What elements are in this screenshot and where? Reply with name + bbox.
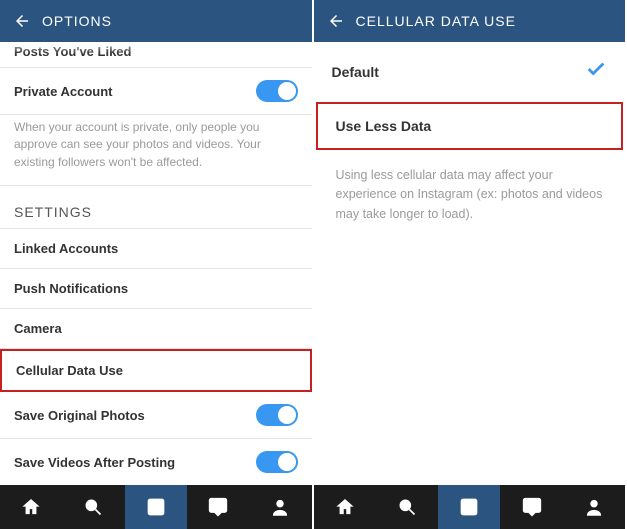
- posts-liked-row[interactable]: Posts You've Liked: [0, 42, 312, 61]
- use-less-data-desc: Using less cellular data may affect your…: [314, 150, 626, 240]
- cellular-screen: CELLULAR DATA USE Default Use Less Data …: [314, 0, 627, 529]
- camera-icon: [146, 497, 166, 517]
- push-notifications-row[interactable]: Push Notifications: [0, 269, 312, 309]
- tab-activity[interactable]: [187, 485, 249, 529]
- cellular-header: CELLULAR DATA USE: [314, 0, 626, 42]
- tab-camera[interactable]: [125, 485, 187, 529]
- linked-accounts-row[interactable]: Linked Accounts: [0, 229, 312, 269]
- profile-icon: [584, 497, 604, 517]
- use-less-data-label: Use Less Data: [336, 118, 432, 134]
- options-content: Posts You've Liked Private Account When …: [0, 42, 312, 485]
- cellular-title: CELLULAR DATA USE: [356, 13, 516, 29]
- profile-icon: [270, 497, 290, 517]
- camera-row[interactable]: Camera: [0, 309, 312, 349]
- check-icon: [585, 58, 607, 86]
- tab-activity[interactable]: [500, 485, 562, 529]
- default-row[interactable]: Default: [314, 42, 626, 102]
- options-screen: OPTIONS Posts You've Liked Private Accou…: [0, 0, 314, 529]
- default-label: Default: [332, 64, 379, 80]
- options-title: OPTIONS: [42, 13, 112, 29]
- back-arrow-icon: [13, 12, 31, 30]
- settings-section-header: SETTINGS: [0, 186, 312, 229]
- tab-search[interactable]: [62, 485, 124, 529]
- cellular-data-label: Cellular Data Use: [16, 363, 123, 378]
- save-videos-row[interactable]: Save Videos After Posting: [0, 439, 312, 485]
- use-less-data-row[interactable]: Use Less Data: [316, 102, 624, 150]
- home-icon: [335, 497, 355, 517]
- back-arrow-icon: [327, 12, 345, 30]
- save-videos-toggle[interactable]: [256, 451, 298, 473]
- search-icon: [397, 497, 417, 517]
- back-button[interactable]: [10, 9, 34, 33]
- cellular-data-row[interactable]: Cellular Data Use: [0, 349, 312, 392]
- left-tabbar: [0, 485, 312, 529]
- tab-profile[interactable]: [563, 485, 625, 529]
- linked-accounts-label: Linked Accounts: [14, 241, 118, 256]
- camera-label: Camera: [14, 321, 62, 336]
- private-account-toggle[interactable]: [256, 80, 298, 102]
- private-account-desc: When your account is private, only peopl…: [0, 115, 312, 186]
- tab-search[interactable]: [376, 485, 438, 529]
- save-photos-row[interactable]: Save Original Photos: [0, 392, 312, 439]
- tab-camera[interactable]: [438, 485, 500, 529]
- private-account-row[interactable]: Private Account: [0, 68, 312, 115]
- cellular-content: Default Use Less Data Using less cellula…: [314, 42, 626, 485]
- activity-icon: [208, 497, 228, 517]
- activity-icon: [522, 497, 542, 517]
- back-button[interactable]: [324, 9, 348, 33]
- right-tabbar: [314, 485, 626, 529]
- private-account-label: Private Account: [14, 84, 113, 99]
- save-photos-toggle[interactable]: [256, 404, 298, 426]
- home-icon: [21, 497, 41, 517]
- search-icon: [83, 497, 103, 517]
- camera-icon: [459, 497, 479, 517]
- options-header: OPTIONS: [0, 0, 312, 42]
- tab-home[interactable]: [0, 485, 62, 529]
- save-photos-label: Save Original Photos: [14, 408, 145, 423]
- tab-home[interactable]: [314, 485, 376, 529]
- tab-profile[interactable]: [249, 485, 311, 529]
- save-videos-label: Save Videos After Posting: [14, 455, 175, 470]
- push-notifications-label: Push Notifications: [14, 281, 128, 296]
